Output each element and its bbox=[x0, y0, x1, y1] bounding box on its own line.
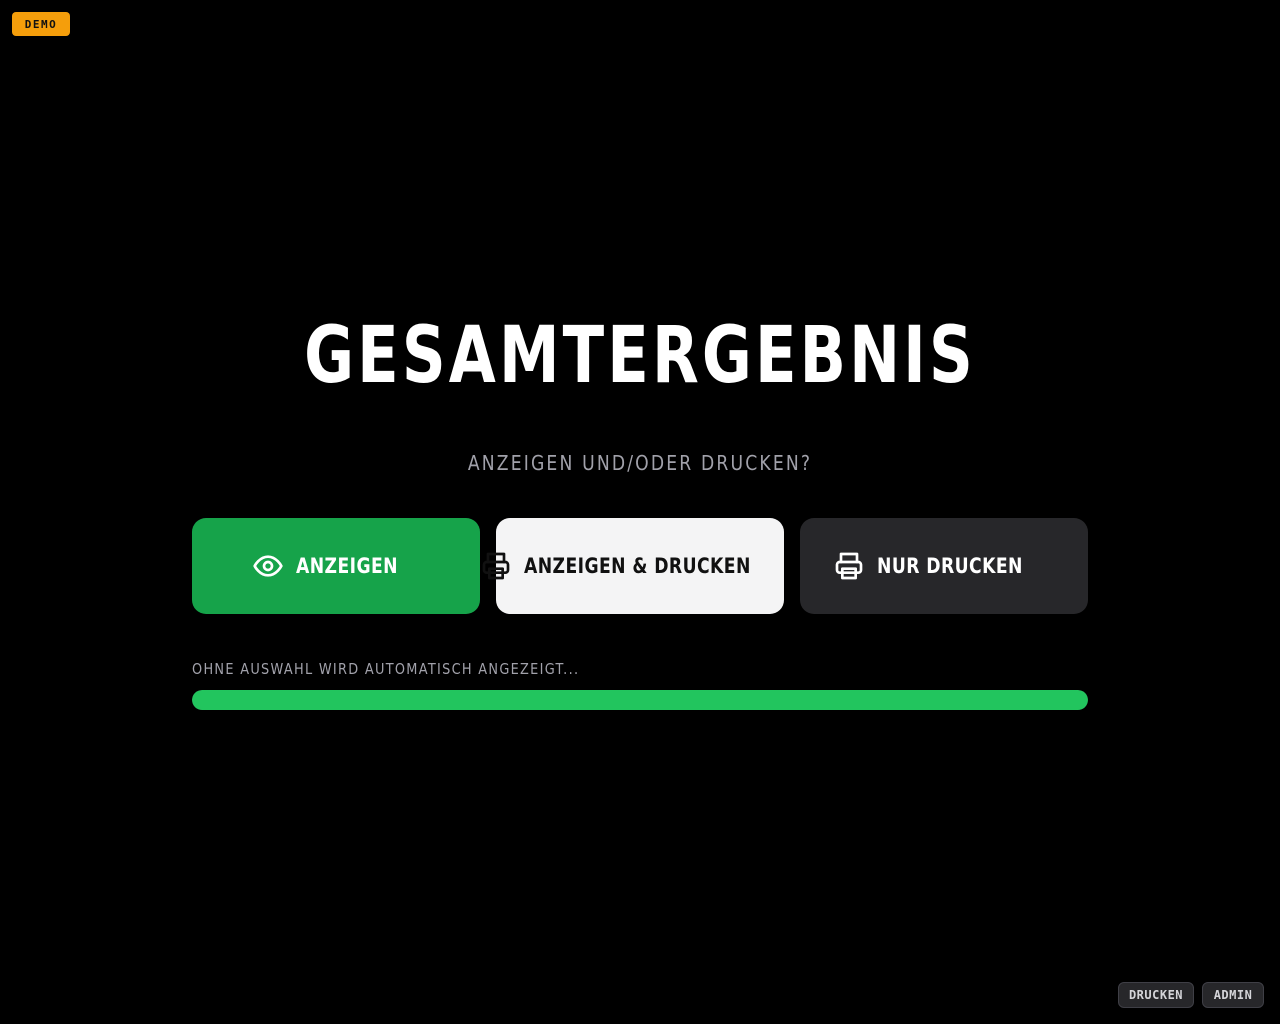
eye-icon bbox=[253, 555, 283, 577]
countdown-progress-fill bbox=[192, 690, 1088, 710]
printer-icon bbox=[835, 552, 863, 580]
demo-badge: DEMO bbox=[12, 12, 70, 36]
show-and-print-button[interactable]: ANZEIGEN & DRUCKEN bbox=[482, 518, 784, 614]
show-button[interactable]: ANZEIGEN bbox=[192, 518, 480, 614]
print-only-button[interactable]: NUR DRUCKEN bbox=[800, 518, 1088, 614]
page-subtitle: ANZEIGEN UND/ODER DRUCKEN? bbox=[467, 451, 813, 475]
show-button-label: ANZEIGEN bbox=[295, 554, 398, 578]
page-title: GESAMTERGEBNIS bbox=[304, 311, 976, 401]
countdown-progress-bar bbox=[192, 690, 1088, 710]
footer-print-button[interactable]: DRUCKEN bbox=[1118, 982, 1194, 1008]
print-only-button-label: NUR DRUCKEN bbox=[877, 554, 1023, 578]
show-and-print-button-label: ANZEIGEN & DRUCKEN bbox=[523, 554, 751, 578]
footer-admin-button[interactable]: ADMIN bbox=[1202, 982, 1264, 1008]
printer-icon bbox=[482, 552, 510, 580]
auto-select-hint: OHNE AUSWAHL WIRD AUTOMATISCH ANGEZEIGT.… bbox=[192, 660, 580, 678]
